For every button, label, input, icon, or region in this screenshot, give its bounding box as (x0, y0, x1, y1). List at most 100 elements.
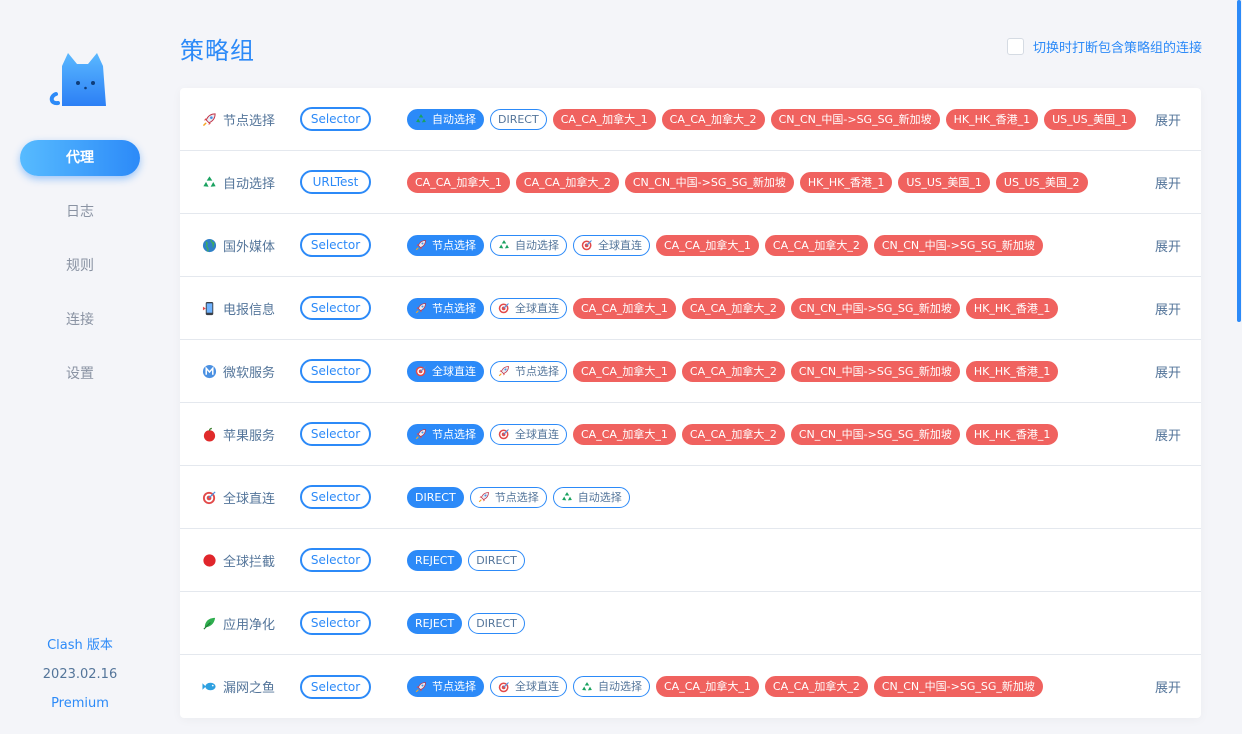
sidebar-item-rules[interactable]: 规则 (20, 248, 140, 284)
proxy-tag[interactable]: 自动选择 (407, 108, 484, 130)
proxy-tag-label: HK_HK_香港_1 (953, 112, 1031, 126)
expand-button[interactable]: 展开 (1155, 173, 1181, 192)
proxy-tag-label: 全球直连 (515, 301, 559, 315)
group-type-badge: Selector (300, 548, 371, 572)
proxy-tag[interactable]: US_US_美国_1 (1044, 108, 1136, 130)
proxy-tag[interactable]: 节点选择 (407, 676, 484, 697)
group-type-badge: Selector (300, 233, 371, 257)
group-name: 应用净化 (223, 617, 276, 633)
recycle-icon (498, 239, 510, 251)
proxy-tag[interactable]: CA_CA_加拿大_2 (515, 171, 619, 193)
proxy-tag[interactable]: CA_CA_加拿大_1 (407, 171, 510, 193)
proxy-tag-label: 节点选择 (432, 680, 476, 693)
proxy-tag-list: 节点选择 全球直连 CA_CA_加拿大_1 CA_CA_加拿大_2 CN_CN_中国->… (407, 297, 1064, 319)
proxy-tag[interactable]: HK_HK_香港_1 (799, 171, 893, 193)
proxy-tag[interactable]: 节点选择 (407, 297, 484, 319)
sidebar-item-proxy[interactable]: 代理 (20, 140, 140, 176)
group-type-badge: Selector (300, 422, 371, 446)
proxy-tag[interactable]: CA_CA_加拿大_2 (661, 108, 765, 130)
version-title[interactable]: Clash 版本 (0, 636, 160, 665)
proxy-tag-label: CA_CA_加拿大_2 (523, 175, 611, 189)
proxy-tag[interactable]: CN_CN_中国->SG_SG_新加坡 (624, 171, 794, 193)
globe-icon (202, 238, 217, 253)
expand-button[interactable]: 展开 (1155, 299, 1181, 318)
group-name: 电报信息 (223, 302, 276, 318)
sidebar-item-connections[interactable]: 连接 (20, 302, 140, 338)
group-name: 全球拦截 (223, 554, 276, 570)
rocket-icon (415, 428, 427, 440)
proxy-tag[interactable]: REJECT (407, 612, 463, 634)
proxy-tag-label: 全球直连 (515, 427, 559, 441)
proxy-tag[interactable]: CA_CA_加拿大_1 (573, 297, 676, 319)
proxy-tag-label: HK_HK_香港_1 (973, 427, 1051, 441)
expand-button[interactable]: 展开 (1155, 677, 1181, 696)
proxy-tag[interactable]: HK_HK_香港_1 (965, 297, 1059, 319)
proxy-tag[interactable]: 全球直连 (490, 297, 567, 319)
proxy-group-row: 微软服务 Selector 全球直连 节点选择 CA_CA_加拿大_1 CA_CA_加拿大… (180, 340, 1201, 403)
proxy-tag[interactable]: HK_HK_香港_1 (965, 360, 1059, 382)
expand-button[interactable]: 展开 (1155, 362, 1181, 381)
interrupt-connections-option[interactable]: 切换时打断包含策略组的连接 (1006, 37, 1202, 56)
proxy-tag[interactable]: HK_HK_香港_1 (965, 423, 1059, 445)
proxy-tag[interactable]: DIRECT (407, 486, 464, 508)
recycle-icon (415, 113, 427, 125)
proxy-tag[interactable]: CN_CN_中国->SG_SG_新加坡 (770, 108, 940, 130)
proxy-tag-label: CA_CA_加拿大_1 (581, 364, 668, 378)
proxy-tag[interactable]: 全球直连 (573, 234, 650, 256)
target-icon (202, 490, 217, 505)
proxy-tag[interactable]: HK_HK_香港_1 (945, 108, 1039, 130)
proxy-tag-label: 自动选择 (432, 112, 476, 126)
version-edition[interactable]: Premium (0, 694, 160, 723)
proxy-tag[interactable]: DIRECT (468, 612, 525, 634)
proxy-tag-label: 全球直连 (432, 364, 476, 378)
expand-button[interactable]: 展开 (1155, 425, 1181, 444)
expand-button[interactable]: 展开 (1155, 236, 1181, 255)
recycle-icon (561, 491, 573, 503)
proxy-tag[interactable]: CN_CN_中国->SG_SG_新加坡 (790, 423, 960, 445)
apple-icon (202, 427, 217, 442)
proxy-tag[interactable]: DIRECT (490, 108, 547, 130)
proxy-tag[interactable]: CA_CA_加拿大_2 (681, 297, 785, 319)
proxy-group-row: 电报信息 Selector 节点选择 全球直连 CA_CA_加拿大_1 CA_CA_加拿大… (180, 277, 1201, 340)
proxy-tag[interactable]: CA_CA_加拿大_1 (656, 676, 759, 697)
proxy-tag[interactable]: 节点选择 (407, 234, 484, 256)
proxy-tag[interactable]: CA_CA_加拿大_2 (681, 360, 785, 382)
scrollbar[interactable] (1236, 0, 1242, 734)
sidebar-item-logs[interactable]: 日志 (20, 194, 140, 230)
expand-button[interactable]: 展开 (1155, 110, 1181, 129)
proxy-tag[interactable]: 节点选择 (407, 423, 484, 445)
proxy-tag[interactable]: CN_CN_中国->SG_SG_新加坡 (873, 676, 1043, 697)
fish-icon (202, 679, 217, 694)
proxy-tag[interactable]: 全球直连 (490, 423, 567, 445)
proxy-tag[interactable]: DIRECT (468, 549, 525, 571)
proxy-tag[interactable]: CA_CA_加拿大_1 (573, 423, 676, 445)
proxy-tag[interactable]: 节点选择 (490, 360, 567, 382)
version-date: 2023.02.16 (42, 667, 118, 682)
proxy-tag-label: HK_HK_香港_1 (973, 301, 1051, 315)
proxy-tag[interactable]: CA_CA_加拿大_1 (552, 108, 656, 130)
proxy-tag[interactable]: CN_CN_中国->SG_SG_新加坡 (790, 360, 960, 382)
proxy-tag[interactable]: 节点选择 (469, 486, 547, 508)
proxy-tag[interactable]: US_US_美国_2 (995, 171, 1088, 193)
proxy-tag[interactable]: CA_CA_加拿大_2 (764, 234, 868, 256)
sidebar-item-settings[interactable]: 设置 (20, 356, 140, 392)
proxy-tag[interactable]: 自动选择 (573, 676, 650, 697)
proxy-tag[interactable]: CA_CA_加拿大_2 (681, 423, 785, 445)
proxy-tag[interactable]: 全球直连 (407, 360, 484, 382)
interrupt-connections-label[interactable]: 切换时打断包含策略组的连接 (1033, 37, 1202, 56)
proxy-tag[interactable]: CA_CA_加拿大_2 (764, 676, 868, 697)
scrollbar-thumb[interactable] (1237, 0, 1241, 322)
proxy-tag[interactable]: US_US_美国_1 (898, 171, 990, 193)
proxy-tag[interactable]: REJECT (407, 549, 463, 571)
proxy-tag-label: CA_CA_加拿大_2 (669, 112, 757, 126)
proxy-tag[interactable]: CA_CA_加拿大_1 (656, 234, 759, 256)
proxy-tag[interactable]: 自动选择 (552, 486, 630, 508)
proxy-tag[interactable]: CA_CA_加拿大_1 (573, 360, 676, 382)
proxy-tag[interactable]: 全球直连 (490, 676, 567, 697)
proxy-tag[interactable]: CN_CN_中国->SG_SG_新加坡 (790, 297, 960, 319)
proxy-group-row: 全球直连 Selector DIRECT 节点选择 自动选择 (180, 466, 1201, 529)
interrupt-connections-checkbox[interactable] (1006, 38, 1024, 55)
proxy-tag[interactable]: CN_CN_中国->SG_SG_新加坡 (873, 234, 1043, 256)
proxy-tag[interactable]: 自动选择 (490, 234, 567, 256)
proxy-tag-label: CA_CA_加拿大_2 (689, 427, 777, 441)
